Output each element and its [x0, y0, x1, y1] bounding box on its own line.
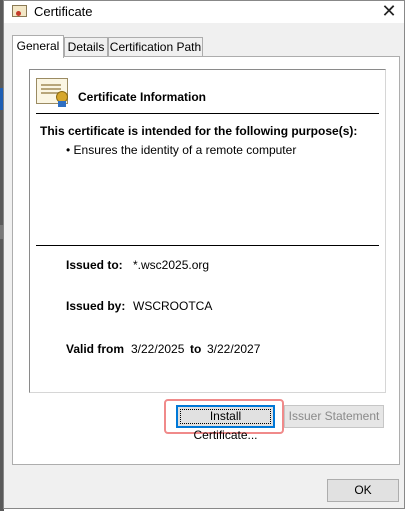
tab-general[interactable]: General	[12, 35, 64, 58]
certificate-info-title: Certificate Information	[78, 90, 207, 104]
valid-from-label: Valid from	[66, 342, 125, 356]
footer-divider	[4, 475, 404, 476]
tab-certification-path[interactable]: Certification Path	[108, 37, 203, 56]
certificate-icon	[12, 5, 27, 17]
close-button[interactable]: ✕	[374, 1, 404, 23]
valid-to-label: to	[190, 342, 202, 356]
valid-to-value: 3/22/2027	[207, 342, 261, 356]
install-certificate-button[interactable]: Install Certificate...	[176, 405, 275, 442]
certificate-seal-icon	[36, 78, 68, 107]
tab-details[interactable]: Details	[64, 37, 108, 56]
purpose-item: • Ensures the identity of a remote compu…	[66, 143, 297, 157]
issued-to-label: Issued to:	[66, 258, 123, 272]
window-title: Certificate	[34, 4, 93, 19]
valid-from-value: 3/22/2025	[131, 342, 185, 356]
title-bar: Certificate ✕	[4, 1, 404, 23]
ok-button[interactable]: OK	[327, 479, 399, 502]
issued-by-value: WSCROOTCA	[133, 299, 213, 313]
divider	[36, 245, 379, 246]
issued-by-label: Issued by:	[66, 299, 126, 313]
issuer-statement-button[interactable]: Issuer Statement	[284, 405, 384, 428]
purpose-heading: This certificate is intended for the fol…	[40, 124, 358, 138]
divider	[36, 113, 379, 114]
certificate-info-box: Certificate Information This certificate…	[29, 69, 386, 393]
issued-to-value: *.wsc2025.org	[133, 258, 210, 272]
certificate-dialog: Certificate ✕ General Details Certificat…	[3, 0, 405, 509]
